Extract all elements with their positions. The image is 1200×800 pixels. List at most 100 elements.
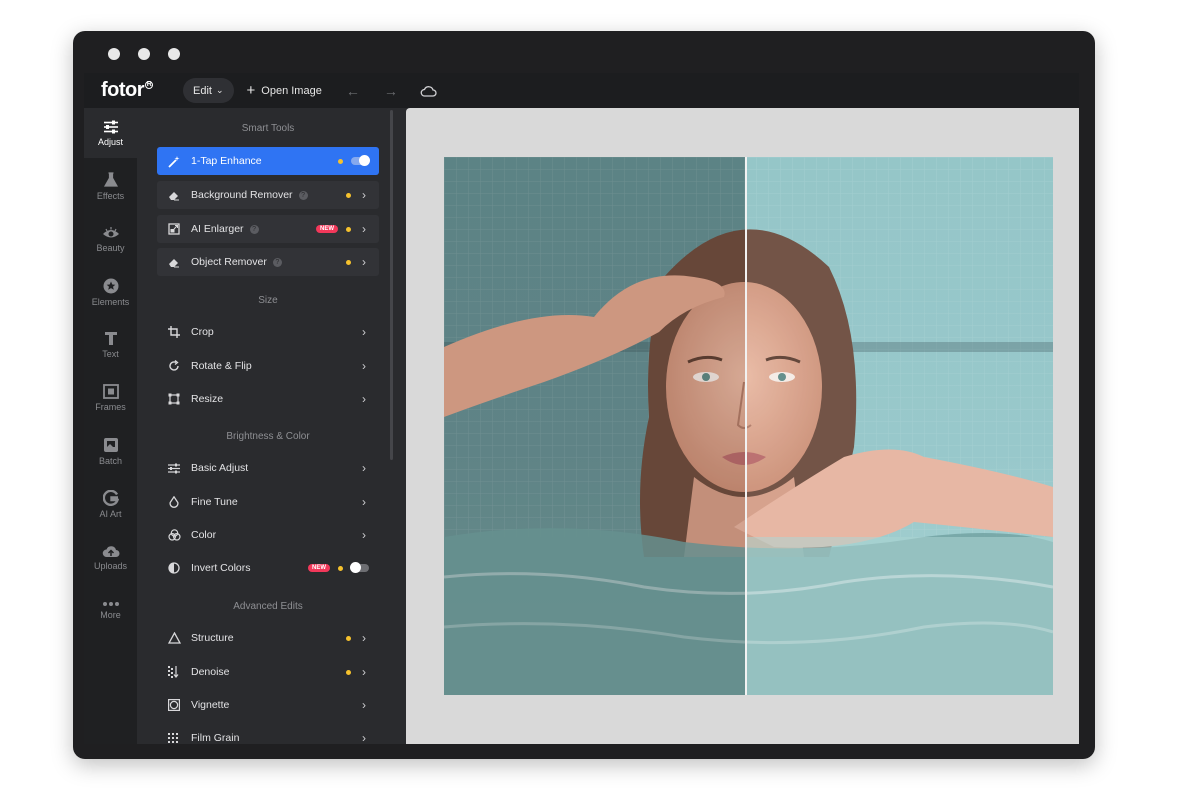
panel-scrollbar[interactable] <box>390 110 393 460</box>
chevron-right-icon: › <box>362 359 366 373</box>
rail-item-batch[interactable]: Batch <box>84 426 137 476</box>
edit-menu-button[interactable]: Edit ⌄ <box>183 78 234 103</box>
help-icon[interactable]: ? <box>298 190 308 200</box>
droplet-icon <box>157 496 191 508</box>
invert-icon <box>157 562 191 574</box>
top-bar: fotor R Edit ⌄ + Open Image ← → <box>84 73 1079 108</box>
tool-rotate-flip[interactable]: Rotate & Flip › <box>157 352 379 380</box>
batch-icon <box>103 437 118 452</box>
cloud-icon[interactable] <box>420 85 437 97</box>
tool-label: Vignette <box>191 699 230 711</box>
more-icon <box>102 601 119 606</box>
premium-dot <box>346 669 351 675</box>
tool-crop[interactable]: Crop › <box>157 318 379 346</box>
rail-item-beauty[interactable]: Beauty <box>84 214 137 264</box>
rail-item-adjust[interactable]: Adjust <box>84 108 137 158</box>
rail-item-more[interactable]: More <box>84 585 137 635</box>
tool-invert-colors[interactable]: Invert Colors NEW <box>157 554 379 582</box>
help-icon[interactable]: ? <box>272 257 282 267</box>
chevron-right-icon: › <box>362 528 366 542</box>
vignette-icon <box>157 699 191 711</box>
ai-art-icon <box>102 489 119 506</box>
rail-item-frames[interactable]: Frames <box>84 373 137 423</box>
open-image-button[interactable]: + Open Image <box>247 83 322 98</box>
tool-one-tap-enhance[interactable]: 1-Tap Enhance <box>157 147 379 175</box>
chevron-down-icon: ⌄ <box>215 85 224 95</box>
tool-background-remover[interactable]: Background Remover? › <box>157 181 379 209</box>
rail-label: Effects <box>96 190 125 201</box>
window-controls <box>108 48 180 60</box>
before-after-photo[interactable] <box>444 157 1053 695</box>
tool-vignette[interactable]: Vignette › <box>157 691 379 719</box>
tool-label: Structure <box>191 632 234 644</box>
section-title-smart-tools: Smart Tools <box>241 123 295 134</box>
chevron-right-icon: › <box>362 731 366 744</box>
rail-label: Batch <box>98 455 122 466</box>
rail-item-elements[interactable]: Elements <box>84 267 137 317</box>
tool-label: Resize <box>191 393 224 405</box>
triangle-icon <box>157 632 191 644</box>
premium-dot <box>346 226 351 232</box>
sliders-icon <box>157 463 191 474</box>
grain-icon <box>157 732 191 744</box>
window-dot-2[interactable] <box>138 48 150 60</box>
tool-basic-adjust[interactable]: Basic Adjust › <box>157 454 379 482</box>
rail-item-text[interactable]: Text <box>84 320 137 370</box>
chevron-right-icon: › <box>362 325 366 339</box>
rail-item-ai-art[interactable]: AI Art <box>84 479 137 529</box>
tool-label: Basic Adjust <box>191 462 249 474</box>
tool-label: AI Enlarger <box>191 223 244 235</box>
tool-resize[interactable]: Resize › <box>157 385 379 413</box>
section-title-size: Size <box>258 295 278 306</box>
section-title-brightness-color: Brightness & Color <box>226 431 310 442</box>
canvas-area <box>406 108 1079 744</box>
tool-color[interactable]: Color › <box>157 521 379 549</box>
star-icon <box>103 278 118 293</box>
plus-icon: + <box>246 82 256 99</box>
tool-label: Object Remover <box>191 256 267 268</box>
eye-icon <box>102 226 119 237</box>
eraser-icon <box>157 256 191 268</box>
open-image-label: Open Image <box>261 84 322 97</box>
tool-label: Color <box>191 529 217 541</box>
denoise-icon <box>157 666 191 678</box>
chevron-right-icon: › <box>362 255 366 269</box>
rotate-icon <box>157 360 191 372</box>
enhance-toggle[interactable] <box>351 155 370 166</box>
tool-structure[interactable]: Structure › <box>157 624 379 652</box>
magic-wand-icon <box>157 155 191 168</box>
chevron-right-icon: › <box>362 631 366 645</box>
new-badge: NEW <box>308 564 330 572</box>
fotor-logo[interactable]: fotor R <box>101 79 181 102</box>
tool-object-remover[interactable]: Object Remover? › <box>157 248 379 276</box>
tool-label: 1-Tap Enhance <box>191 155 262 167</box>
tool-label: Fine Tune <box>191 496 238 508</box>
color-circles-icon <box>157 529 191 541</box>
edit-label: Edit <box>193 84 212 97</box>
window-dot-3[interactable] <box>168 48 180 60</box>
cloud-upload-icon <box>102 545 119 557</box>
tool-label: Film Grain <box>191 732 240 744</box>
tool-film-grain[interactable]: Film Grain › <box>157 724 379 744</box>
help-icon[interactable]: ? <box>249 224 259 234</box>
tool-fine-tune[interactable]: Fine Tune › <box>157 488 379 516</box>
tool-label: Rotate & Flip <box>191 360 252 372</box>
resize-icon <box>157 393 191 405</box>
icon-rail: Adjust Effects Beauty Elements Text Fram… <box>84 108 137 744</box>
rail-item-effects[interactable]: Effects <box>84 161 137 211</box>
window-dot-1[interactable] <box>108 48 120 60</box>
undo-arrow-icon[interactable]: ← <box>346 83 360 99</box>
redo-arrow-icon[interactable]: → <box>384 83 398 99</box>
app-window: fotor R Edit ⌄ + Open Image ← → Adjust E… <box>73 31 1095 759</box>
chevron-right-icon: › <box>362 222 366 236</box>
rail-label: Uploads <box>93 560 128 571</box>
section-title-advanced-edits: Advanced Edits <box>233 601 303 612</box>
rail-item-uploads[interactable]: Uploads <box>84 532 137 582</box>
tool-denoise[interactable]: Denoise › <box>157 658 379 686</box>
tool-ai-enlarger[interactable]: AI Enlarger? NEW › <box>157 215 379 243</box>
premium-dot <box>338 565 343 571</box>
sliders-icon <box>103 120 118 133</box>
invert-toggle[interactable] <box>350 562 369 573</box>
premium-dot <box>338 158 343 164</box>
chevron-right-icon: › <box>362 698 366 712</box>
